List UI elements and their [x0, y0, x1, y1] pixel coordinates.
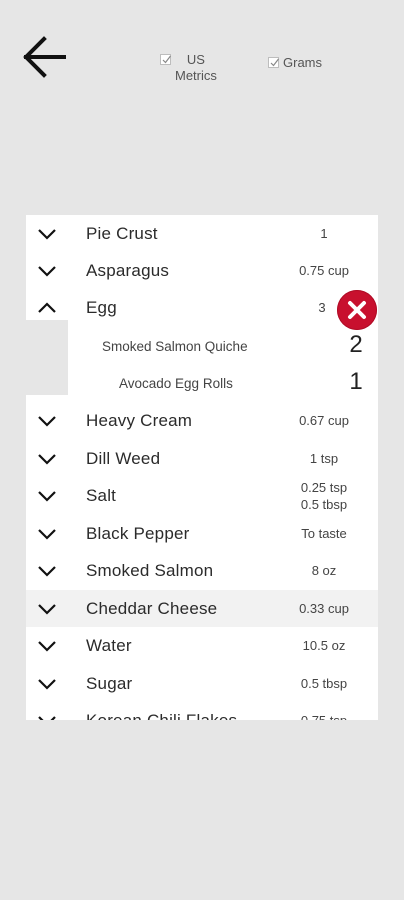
ingredient-row[interactable]: Black Pepper To taste	[26, 515, 378, 552]
ingredient-amount: 0.5 tbsp	[300, 676, 348, 691]
ingredient-name: Black Pepper	[86, 523, 190, 543]
ingredient-name: Heavy Cream	[86, 410, 193, 430]
chevron-up-icon[interactable]	[36, 299, 58, 317]
ingredient-amount: 0.67 cup	[299, 413, 349, 428]
recipe-count: 2	[349, 331, 363, 358]
ingredient-list[interactable]: Pie Crust 1 Asparagus 0.75 cup Egg 3 Smo…	[26, 215, 378, 720]
ingredient-row[interactable]: Pie Crust 1	[26, 215, 378, 252]
chevron-down-icon[interactable]	[36, 487, 58, 505]
ingredient-name: Dill Weed	[86, 448, 161, 468]
chevron-down-icon[interactable]	[36, 262, 58, 280]
ingredient-amount: 0.33 cup	[299, 601, 349, 616]
recipe-usage-row: Smoked Salmon Quiche 2	[68, 328, 378, 365]
grams-toggle[interactable]: Grams	[268, 55, 322, 70]
ingredient-name: Pie Crust	[86, 223, 158, 243]
grams-checkbox[interactable]	[268, 57, 279, 68]
remove-ingredient-button[interactable]	[337, 290, 377, 330]
chevron-down-icon[interactable]	[36, 712, 58, 720]
us-metrics-checkbox[interactable]	[160, 54, 171, 65]
ingredient-name: Korean Chili Flakes	[86, 710, 238, 721]
ingredient-name: Salt	[86, 485, 117, 505]
expanded-indent	[26, 320, 68, 395]
recipe-usage-row: Avocado Egg Rolls 1	[68, 365, 378, 402]
close-x-icon	[348, 301, 366, 319]
ingredient-amount: 0.75 cup	[299, 263, 349, 278]
ingredient-row[interactable]: Salt 0.25 tsp 0.5 tbsp	[26, 477, 378, 514]
ingredient-row-highlighted[interactable]: Cheddar Cheese 0.33 cup	[26, 590, 378, 627]
chevron-down-icon[interactable]	[36, 562, 58, 580]
grams-label: Grams	[283, 55, 322, 70]
ingredient-row-expanded[interactable]: Egg 3	[26, 289, 378, 326]
ingredient-name: Egg	[86, 297, 117, 317]
ingredient-row[interactable]: Smoked Salmon 8 oz	[26, 552, 378, 589]
ingredient-amount: 0.25 tsp 0.5 tbsp	[300, 479, 348, 512]
ingredient-row[interactable]: Sugar 0.5 tbsp	[26, 665, 378, 702]
ingredient-row[interactable]: Water 10.5 oz	[26, 627, 378, 664]
checkmark-icon	[162, 55, 171, 64]
chevron-down-icon[interactable]	[36, 600, 58, 618]
chevron-down-icon[interactable]	[36, 637, 58, 655]
arrow-left-icon	[23, 36, 66, 78]
ingredient-row[interactable]: Korean Chili Flakes 0.75 tsp	[26, 702, 378, 720]
ingredient-amount: 8 oz	[311, 563, 337, 578]
ingredient-amount: 0.75 tsp	[276, 712, 372, 720]
ingredient-amount: To taste	[301, 526, 347, 541]
ingredient-name: Cheddar Cheese	[86, 598, 218, 618]
chevron-down-icon[interactable]	[36, 412, 58, 430]
chevron-down-icon[interactable]	[36, 525, 58, 543]
ingredient-amount: 1 tsp	[309, 451, 339, 466]
chevron-down-icon[interactable]	[36, 225, 58, 243]
ingredient-name: Asparagus	[86, 260, 170, 280]
ingredient-name: Sugar	[86, 673, 133, 693]
chevron-down-icon[interactable]	[36, 450, 58, 468]
ingredient-amount: 10.5 oz	[302, 638, 346, 653]
checkmark-icon	[270, 58, 279, 67]
recipe-name: Avocado Egg Rolls	[119, 376, 233, 391]
ingredient-name: Water	[86, 635, 132, 655]
us-metrics-toggle[interactable]: US Metrics	[160, 52, 217, 84]
recipe-name: Smoked Salmon Quiche	[102, 339, 248, 354]
back-button[interactable]	[22, 36, 66, 78]
chevron-down-icon[interactable]	[36, 675, 58, 693]
recipe-count: 1	[349, 368, 363, 395]
ingredient-name: Smoked Salmon	[86, 560, 214, 580]
us-metrics-label: US Metrics	[175, 52, 217, 83]
ingredient-amount: 1	[320, 226, 328, 241]
ingredient-row[interactable]: Heavy Cream 0.67 cup	[26, 402, 378, 439]
ingredient-row[interactable]: Dill Weed 1 tsp	[26, 440, 378, 477]
ingredient-row[interactable]: Asparagus 0.75 cup	[26, 252, 378, 289]
